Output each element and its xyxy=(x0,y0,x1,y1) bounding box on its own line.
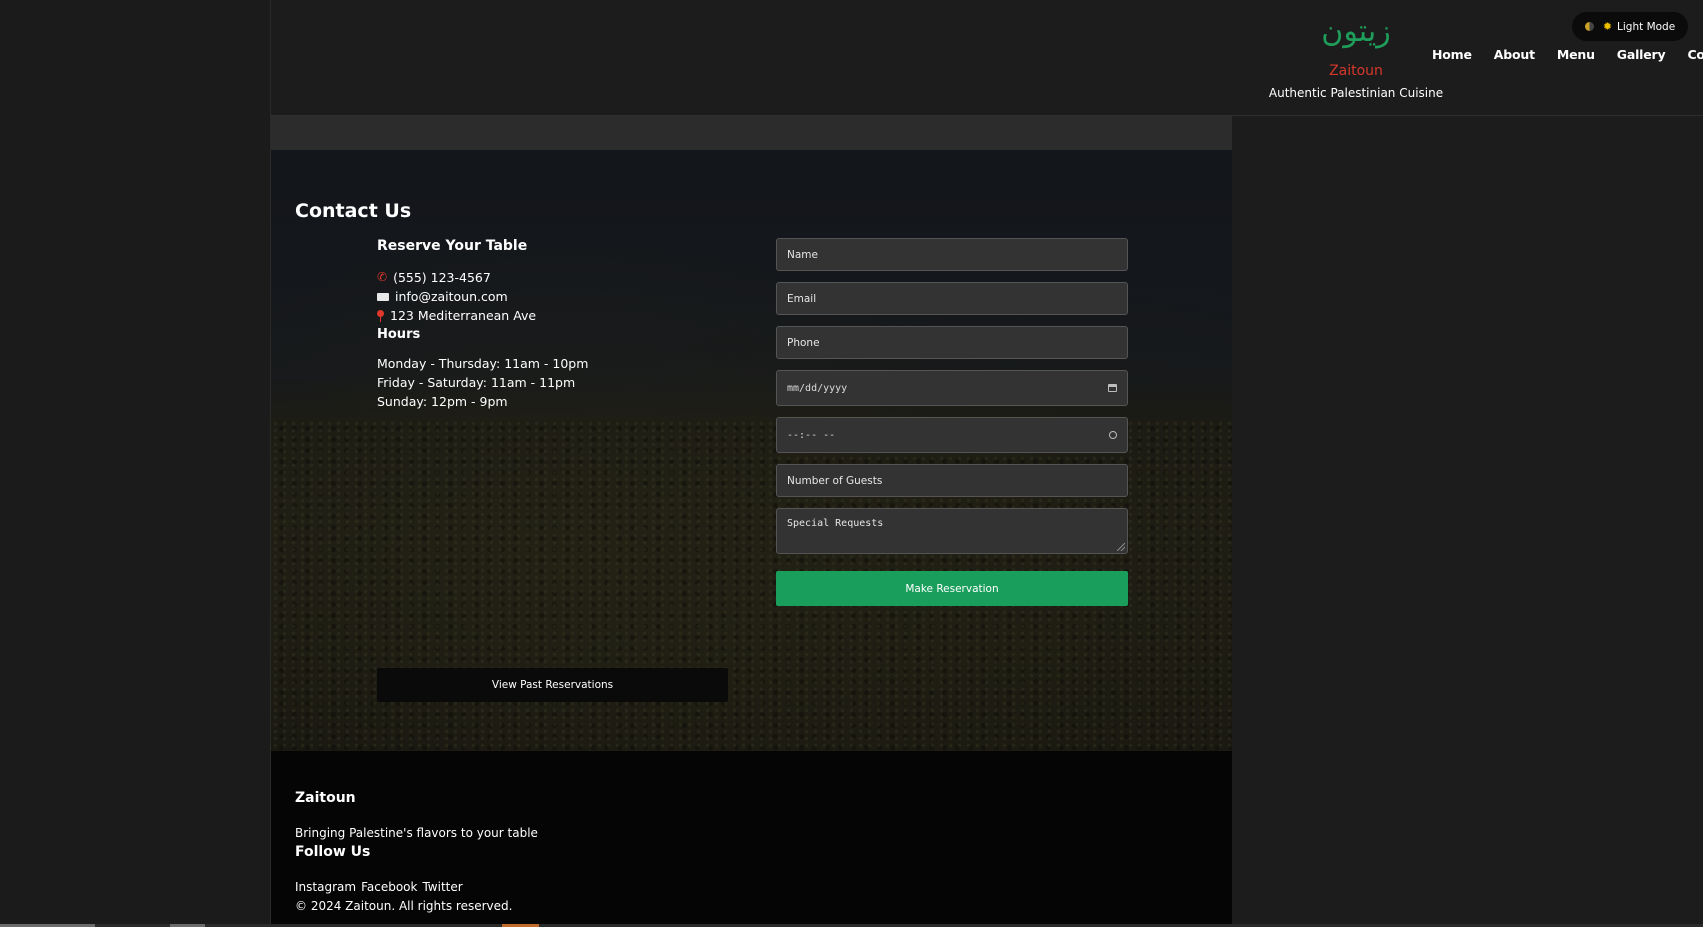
twitter-link[interactable]: Twitter xyxy=(422,880,462,894)
phone-placeholder: Phone xyxy=(787,336,820,349)
half-moon-icon xyxy=(1584,22,1594,31)
email-placeholder: Email xyxy=(787,292,817,305)
hours-sunday: Sunday: 12pm - 9pm xyxy=(377,394,508,409)
footer-brand: Zaitoun xyxy=(295,790,356,806)
nav-menu[interactable]: Menu xyxy=(1557,46,1595,64)
nav-home[interactable]: Home xyxy=(1432,46,1472,64)
date-placeholder: mm/dd/yyyy xyxy=(787,382,848,394)
mail-icon xyxy=(377,292,389,301)
site-footer: Zaitoun Bringing Palestine's flavors to … xyxy=(271,751,1232,927)
footer-tagline: Bringing Palestine's flavors to your tab… xyxy=(295,826,538,840)
facebook-link[interactable]: Facebook xyxy=(361,880,417,894)
name-placeholder: Name xyxy=(787,248,818,261)
resize-handle-icon[interactable] xyxy=(1117,543,1125,551)
time-placeholder: --:-- -- xyxy=(787,429,836,441)
brand-arabic-name: زيتون xyxy=(1321,14,1391,49)
make-reservation-button[interactable]: Make Reservation xyxy=(776,571,1128,606)
hours-heading: Hours xyxy=(377,327,421,342)
guests-field[interactable]: Number of Guests xyxy=(776,464,1128,497)
reservation-form: Name Email Phone mm/dd/yyyy --:-- -- Num… xyxy=(776,238,1128,606)
nav-contact[interactable]: Contact xyxy=(1687,46,1703,64)
street-address: 123 Mediterranean Ave xyxy=(390,308,537,323)
site-header: زيتون Zaitoun Authentic Palestinian Cuis… xyxy=(271,0,1703,116)
map-pin-icon xyxy=(377,309,384,322)
page: زيتون Zaitoun Authentic Palestinian Cuis… xyxy=(0,0,1703,927)
reserve-heading: Reserve Your Table xyxy=(377,238,528,254)
nav-about[interactable]: About xyxy=(1494,46,1535,64)
contact-section: Contact Us Reserve Your Table ✆ (555) 12… xyxy=(271,150,1232,751)
brand-latin-name: Zaitoun xyxy=(1329,63,1383,79)
name-field[interactable]: Name xyxy=(776,238,1128,271)
brand-tagline: Authentic Palestinian Cuisine xyxy=(1268,86,1444,100)
follow-heading: Follow Us xyxy=(295,844,371,860)
nav-gallery[interactable]: Gallery xyxy=(1617,46,1666,64)
guests-placeholder: Number of Guests xyxy=(787,474,883,487)
calendar-icon[interactable] xyxy=(1108,384,1117,392)
phone-icon: ✆ xyxy=(377,270,388,284)
hero-strip xyxy=(271,116,1232,150)
hours-weekday: Monday - Thursday: 11am - 10pm xyxy=(377,356,589,371)
view-past-reservations-button[interactable]: View Past Reservations xyxy=(377,668,728,702)
time-field[interactable]: --:-- -- xyxy=(776,417,1128,453)
email-line: info@zaitoun.com xyxy=(377,287,737,306)
phone-number: (555) 123-4567 xyxy=(393,270,491,285)
address-line: 123 Mediterranean Ave xyxy=(377,306,737,325)
date-field[interactable]: mm/dd/yyyy xyxy=(776,370,1128,406)
phone-line: ✆ (555) 123-4567 xyxy=(377,268,737,287)
clock-icon[interactable] xyxy=(1109,431,1117,439)
hours-weekend: Friday - Saturday: 11am - 11pm xyxy=(377,375,576,390)
main-nav: Home About Menu Gallery Contact xyxy=(1432,46,1703,64)
sun-icon: ✹ xyxy=(1602,20,1613,33)
email-address: info@zaitoun.com xyxy=(395,289,508,304)
requests-placeholder: Special Requests xyxy=(787,518,884,529)
phone-field[interactable]: Phone xyxy=(776,326,1128,359)
copyright: © 2024 Zaitoun. All rights reserved. xyxy=(295,899,513,913)
email-field[interactable]: Email xyxy=(776,282,1128,315)
social-links: Instagram Facebook Twitter xyxy=(295,880,463,894)
special-requests-field[interactable]: Special Requests xyxy=(776,508,1128,554)
contact-info: Reserve Your Table ✆ (555) 123-4567 info… xyxy=(377,238,737,411)
light-mode-label: Light Mode xyxy=(1617,20,1676,33)
left-gutter xyxy=(0,0,271,927)
light-mode-toggle[interactable]: ✹ Light Mode xyxy=(1572,12,1688,41)
instagram-link[interactable]: Instagram xyxy=(295,880,356,894)
contact-title: Contact Us xyxy=(295,200,412,222)
